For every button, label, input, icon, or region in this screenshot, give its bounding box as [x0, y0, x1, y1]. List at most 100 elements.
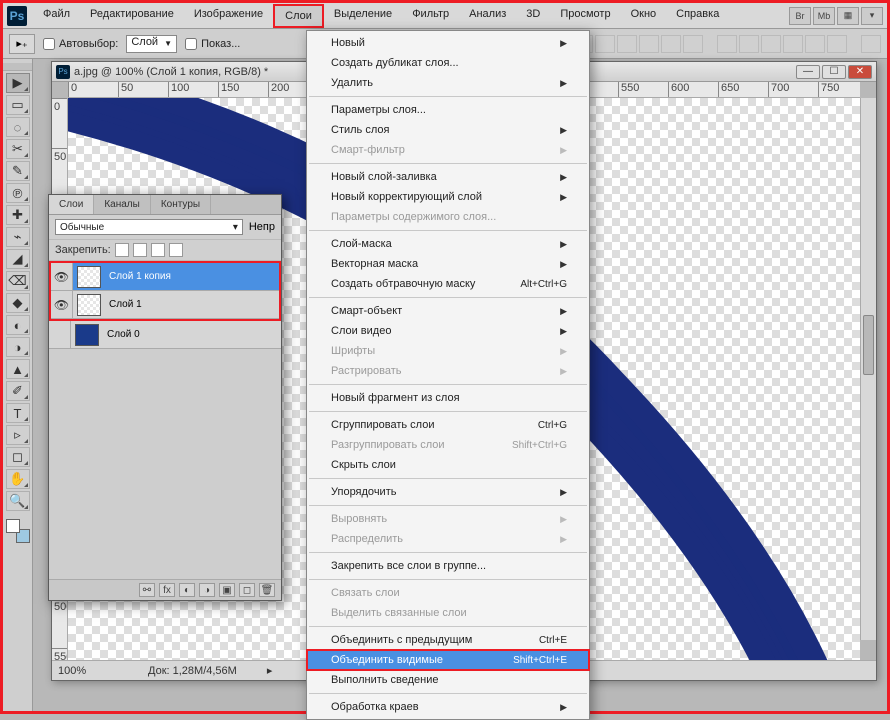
layer-name[interactable]: Слой 1 — [105, 299, 142, 310]
tool-15[interactable]: T — [6, 403, 30, 423]
auto-select-checkbox[interactable]: Автовыбор: — [43, 38, 118, 50]
distribute-icon[interactable] — [761, 35, 781, 53]
menu-item[interactable]: Параметры слоя... — [307, 100, 589, 120]
align-icon[interactable] — [595, 35, 615, 53]
distribute-icon[interactable] — [739, 35, 759, 53]
show-transform-checkbox[interactable]: Показ... — [185, 38, 240, 50]
tool-5[interactable]: ℗ — [6, 183, 30, 203]
layer-thumbnail[interactable] — [77, 294, 101, 316]
lock-transparent-icon[interactable] — [115, 243, 129, 257]
tool-14[interactable]: ✐ — [6, 381, 30, 401]
tool-18[interactable]: ✋ — [6, 469, 30, 489]
menu-item[interactable]: Объединить с предыдущимCtrl+E — [307, 630, 589, 650]
distribute-icon[interactable] — [783, 35, 803, 53]
tool-17[interactable]: ◻ — [6, 447, 30, 467]
close-button[interactable]: ✕ — [848, 65, 872, 79]
tool-1[interactable]: ▭ — [6, 95, 30, 115]
menu-item[interactable]: Векторная маска▶ — [307, 254, 589, 274]
distribute-icon[interactable] — [717, 35, 737, 53]
menu-item[interactable]: Сгруппировать слоиCtrl+G — [307, 415, 589, 435]
menu-item[interactable]: Упорядочить▶ — [307, 482, 589, 502]
menu-item[interactable]: Новый▶ — [307, 33, 589, 53]
zoom-level[interactable]: 100% — [58, 665, 118, 677]
menu-item[interactable]: Удалить▶ — [307, 73, 589, 93]
minimize-button[interactable]: — — [796, 65, 820, 79]
layer-thumbnail[interactable] — [75, 324, 99, 346]
panel-tab-0[interactable]: Слои — [49, 195, 94, 214]
tool-3[interactable]: ✂ — [6, 139, 30, 159]
menu-item[interactable]: Слой-маска▶ — [307, 234, 589, 254]
tool-9[interactable]: ⌫ — [6, 271, 30, 291]
menu-анализ[interactable]: Анализ — [459, 4, 516, 28]
tool-7[interactable]: ⌁ — [6, 227, 30, 247]
menu-item[interactable]: Выполнить сведение — [307, 670, 589, 690]
menu-3d[interactable]: 3D — [516, 4, 550, 28]
align-icon[interactable] — [683, 35, 703, 53]
bridge-icon[interactable]: Br — [789, 7, 811, 25]
menu-редактирование[interactable]: Редактирование — [80, 4, 184, 28]
blend-mode-select[interactable]: Обычные — [55, 219, 243, 235]
screen-mode-icon[interactable]: ▾ — [861, 7, 883, 25]
menu-item[interactable]: Создать дубликат слоя... — [307, 53, 589, 73]
menu-item[interactable]: Объединить видимыеShift+Ctrl+E — [307, 650, 589, 670]
distribute-icon[interactable] — [805, 35, 825, 53]
lock-all-icon[interactable] — [169, 243, 183, 257]
menu-item[interactable]: Новый корректирующий слой▶ — [307, 187, 589, 207]
maximize-button[interactable]: ☐ — [822, 65, 846, 79]
tool-16[interactable]: ▹ — [6, 425, 30, 445]
menu-item[interactable]: Новый слой-заливка▶ — [307, 167, 589, 187]
tool-2[interactable]: ◌ — [6, 117, 30, 137]
layer-thumbnail[interactable] — [77, 266, 101, 288]
group-icon[interactable]: ▣ — [219, 583, 235, 597]
tool-0[interactable]: ▶ — [6, 73, 30, 93]
menu-изображение[interactable]: Изображение — [184, 4, 273, 28]
menu-окно[interactable]: Окно — [621, 4, 667, 28]
layer-mask-icon[interactable]: ◐ — [179, 583, 195, 597]
menu-выделение[interactable]: Выделение — [324, 4, 402, 28]
menu-item[interactable]: Смарт-объект▶ — [307, 301, 589, 321]
menu-item[interactable]: Скрыть слои — [307, 455, 589, 475]
menu-item[interactable]: Слои видео▶ — [307, 321, 589, 341]
layer-style-icon[interactable]: fx — [159, 583, 175, 597]
layer-row[interactable]: Слой 0 — [49, 321, 281, 349]
arrange-icon[interactable]: ▦ — [837, 7, 859, 25]
tool-6[interactable]: ✚ — [6, 205, 30, 225]
align-icon[interactable] — [617, 35, 637, 53]
adjustment-layer-icon[interactable]: ◑ — [199, 583, 215, 597]
menu-слои[interactable]: Слои — [273, 4, 324, 28]
panel-tab-1[interactable]: Каналы — [94, 195, 151, 214]
color-swatches[interactable] — [6, 519, 30, 543]
menu-item[interactable]: Создать обтравочную маскуAlt+Ctrl+G — [307, 274, 589, 294]
menu-item[interactable]: Стиль слоя▶ — [307, 120, 589, 140]
tool-12[interactable]: ◑ — [6, 337, 30, 357]
delete-layer-icon[interactable]: 🗑 — [259, 583, 275, 597]
lock-position-icon[interactable] — [151, 243, 165, 257]
menu-item[interactable]: Обработка краев▶ — [307, 697, 589, 717]
auto-select-target[interactable]: Слой — [126, 35, 177, 53]
menu-справка[interactable]: Справка — [666, 4, 729, 28]
distribute-icon[interactable] — [827, 35, 847, 53]
tool-10[interactable]: ◆ — [6, 293, 30, 313]
align-icon[interactable] — [661, 35, 681, 53]
tool-11[interactable]: ◐ — [6, 315, 30, 335]
tool-13[interactable]: ▲ — [6, 359, 30, 379]
layer-row[interactable]: 👁 Слой 1 копия — [51, 263, 279, 291]
menu-item[interactable]: Закрепить все слои в группе... — [307, 556, 589, 576]
layer-name[interactable]: Слой 1 копия — [105, 271, 171, 282]
new-layer-icon[interactable]: ◻ — [239, 583, 255, 597]
visibility-toggle[interactable]: 👁 — [51, 291, 73, 318]
menu-item[interactable]: Новый фрагмент из слоя — [307, 388, 589, 408]
layer-name[interactable]: Слой 0 — [103, 329, 140, 340]
scrollbar-vertical[interactable] — [860, 98, 876, 640]
move-tool-icon[interactable]: ▸₊ — [9, 34, 35, 54]
panel-tab-2[interactable]: Контуры — [151, 195, 211, 214]
tool-8[interactable]: ◢ — [6, 249, 30, 269]
layer-row[interactable]: 👁 Слой 1 — [51, 291, 279, 319]
tool-4[interactable]: ✎ — [6, 161, 30, 181]
mini-bridge-icon[interactable]: Mb — [813, 7, 835, 25]
menu-файл[interactable]: Файл — [33, 4, 80, 28]
visibility-toggle[interactable]: 👁 — [51, 263, 73, 290]
link-layers-icon[interactable]: ⚯ — [139, 583, 155, 597]
menu-просмотр[interactable]: Просмотр — [550, 4, 620, 28]
lock-pixels-icon[interactable] — [133, 243, 147, 257]
